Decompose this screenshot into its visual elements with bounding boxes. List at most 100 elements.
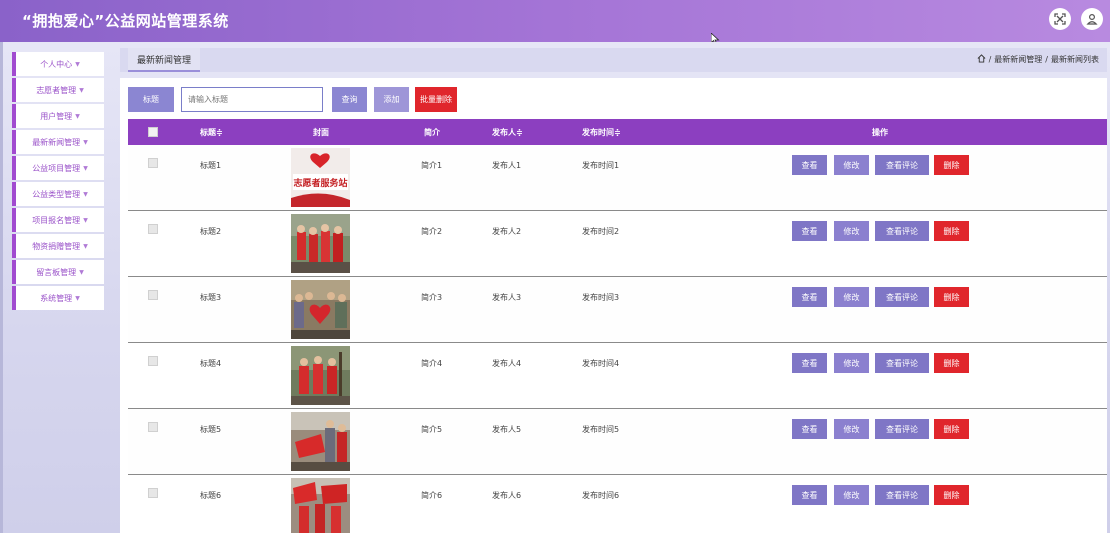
edit-button[interactable]: 修改 (834, 485, 869, 505)
breadcrumb-item-current: 最新新闻列表 (1051, 55, 1099, 64)
sidebar-item-projects[interactable]: 公益项目管理 ▼ (12, 156, 104, 180)
cell-time: 发布时间4 (582, 359, 620, 368)
row-checkbox[interactable] (148, 422, 158, 432)
view-button[interactable]: 查看 (792, 485, 827, 505)
sidebar-item-label: 公益项目管理 (32, 163, 81, 173)
table-row: 标题1 志愿者服务站 简介1 发布人1 发布时间1 查看 修改 查看评论 删除 (128, 145, 1107, 211)
cell-time: 发布时间2 (582, 227, 620, 236)
sidebar-item-system[interactable]: 系统管理 ▼ (12, 286, 104, 310)
cell-title: 标题5 (200, 425, 222, 434)
view-comments-button[interactable]: 查看评论 (875, 419, 929, 439)
tab-news-management[interactable]: 最新新闻管理 (128, 48, 201, 72)
chevron-down-icon: ▼ (83, 164, 88, 172)
cell-publisher: 发布人1 (492, 161, 522, 170)
search-input[interactable] (181, 87, 323, 112)
news-cover-image (291, 346, 350, 405)
cell-summary: 简介1 (421, 161, 443, 170)
cell-publisher: 发布人3 (492, 293, 522, 302)
news-cover-image (291, 214, 350, 273)
chevron-down-icon: ▼ (79, 268, 84, 276)
add-button[interactable]: 添加 (374, 87, 409, 112)
edit-button[interactable]: 修改 (834, 287, 869, 307)
sidebar: 个人中心 ▼ 志愿者管理 ▼ 用户管理 ▼ 最新新闻管理 ▼ 公益项目管理 ▼ 公益类型管… (12, 52, 104, 312)
view-button[interactable]: 查看 (792, 353, 827, 373)
row-checkbox[interactable] (148, 356, 158, 366)
news-cover-image: 志愿者服务站 (291, 148, 350, 207)
sidebar-item-users[interactable]: 用户管理 ▼ (12, 104, 104, 128)
chevron-down-icon: ▼ (83, 190, 88, 198)
view-comments-button[interactable]: 查看评论 (875, 485, 929, 505)
cell-summary: 简介4 (421, 359, 443, 368)
sidebar-item-label: 系统管理 (40, 293, 73, 303)
view-button[interactable]: 查看 (792, 221, 827, 241)
cell-title: 标题2 (200, 227, 222, 236)
home-icon[interactable] (977, 54, 986, 65)
column-header-actions: 操作 (872, 128, 888, 137)
row-checkbox[interactable] (148, 488, 158, 498)
column-header-publisher[interactable]: 发布人≑ (492, 127, 523, 138)
chevron-down-icon: ▼ (83, 138, 88, 146)
sidebar-item-personal-center[interactable]: 个人中心 ▼ (12, 52, 104, 76)
cell-time: 发布时间1 (582, 161, 620, 170)
user-icon[interactable] (1081, 8, 1103, 30)
sidebar-item-donations[interactable]: 物资捐赠管理 ▼ (12, 234, 104, 258)
edit-button[interactable]: 修改 (834, 155, 869, 175)
sidebar-item-signups[interactable]: 项目报名管理 ▼ (12, 208, 104, 232)
chevron-down-icon: ▼ (79, 86, 84, 94)
query-button[interactable]: 查询 (332, 87, 367, 112)
sidebar-item-label: 最新新闻管理 (32, 137, 81, 147)
column-header-cover: 封面 (313, 128, 329, 137)
cell-title: 标题3 (200, 293, 222, 302)
sidebar-item-messages[interactable]: 留言板管理 ▼ (12, 260, 104, 284)
batch-delete-button[interactable]: 批量删除 (415, 87, 457, 112)
row-checkbox[interactable] (148, 290, 158, 300)
view-comments-button[interactable]: 查看评论 (875, 353, 929, 373)
delete-button[interactable]: 删除 (934, 221, 969, 241)
news-cover-image (291, 412, 350, 471)
cell-title: 标题6 (200, 491, 222, 500)
delete-button[interactable]: 删除 (934, 419, 969, 439)
view-button[interactable]: 查看 (792, 155, 827, 175)
select-all-checkbox[interactable] (148, 127, 158, 137)
cell-title: 标题1 (200, 161, 222, 170)
column-header-title[interactable]: 标题≑ (200, 127, 223, 138)
delete-button[interactable]: 删除 (934, 485, 969, 505)
delete-button[interactable]: 删除 (934, 287, 969, 307)
delete-button[interactable]: 删除 (934, 353, 969, 373)
cell-time: 发布时间3 (582, 293, 620, 302)
sidebar-item-types[interactable]: 公益类型管理 ▼ (12, 182, 104, 206)
view-comments-button[interactable]: 查看评论 (875, 155, 929, 175)
sidebar-item-news[interactable]: 最新新闻管理 ▼ (12, 130, 104, 154)
column-header-time[interactable]: 发布时间≑ (582, 127, 621, 138)
breadcrumb-separator: / (988, 55, 992, 64)
view-button[interactable]: 查看 (792, 287, 827, 307)
cell-time: 发布时间6 (582, 491, 620, 500)
cell-time: 发布时间5 (582, 425, 620, 434)
edit-button[interactable]: 修改 (834, 353, 869, 373)
view-comments-button[interactable]: 查看评论 (875, 221, 929, 241)
chevron-down-icon: ▼ (83, 216, 88, 224)
sidebar-item-label: 个人中心 (40, 59, 73, 69)
sidebar-item-volunteers[interactable]: 志愿者管理 ▼ (12, 78, 104, 102)
cell-summary: 简介3 (421, 293, 443, 302)
chevron-down-icon: ▼ (83, 242, 88, 250)
breadcrumb-item[interactable]: 最新新闻管理 (994, 54, 1042, 65)
cell-summary: 简介5 (421, 425, 443, 434)
row-checkbox[interactable] (148, 224, 158, 234)
cell-title: 标题4 (200, 359, 222, 368)
fullscreen-icon[interactable] (1049, 8, 1071, 30)
view-button[interactable]: 查看 (792, 419, 827, 439)
sidebar-item-label: 公益类型管理 (32, 189, 81, 199)
sidebar-item-label: 志愿者管理 (36, 85, 77, 95)
delete-button[interactable]: 删除 (934, 155, 969, 175)
sidebar-item-label: 用户管理 (40, 111, 73, 121)
sidebar-item-label: 留言板管理 (36, 267, 77, 277)
edit-button[interactable]: 修改 (834, 419, 869, 439)
row-checkbox[interactable] (148, 158, 158, 168)
left-edge-stripe (0, 42, 3, 533)
view-comments-button[interactable]: 查看评论 (875, 287, 929, 307)
chevron-down-icon: ▼ (75, 112, 80, 120)
table-row: 标题4 简介4 发布人4 发布时间4 查看 修改 查看评论 删除 (128, 343, 1107, 409)
edit-button[interactable]: 修改 (834, 221, 869, 241)
search-label: 标题 (128, 87, 174, 112)
